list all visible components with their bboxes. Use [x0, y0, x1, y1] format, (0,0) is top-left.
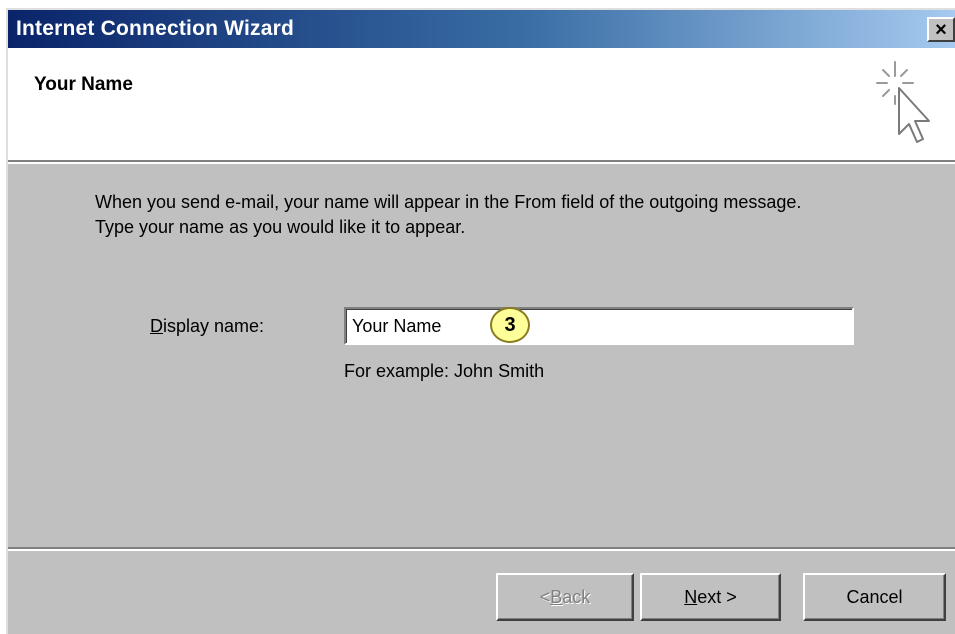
display-name-label-text: isplay name:: [163, 316, 265, 336]
step-callout-badge: 3: [490, 307, 530, 343]
example-hint: For example: John Smith: [344, 361, 545, 381]
footer-divider: [8, 547, 955, 551]
display-name-mnemonic: D: [150, 316, 163, 336]
description-line-1: When you send e-mail, your name will app…: [95, 192, 802, 212]
back-button[interactable]: < Back: [496, 573, 634, 621]
page-title: Your Name: [34, 74, 133, 95]
back-prefix: <: [539, 586, 551, 607]
wizard-cursor-sparkle-icon: [876, 61, 930, 143]
next-button[interactable]: Next >: [640, 573, 781, 621]
cancel-button[interactable]: Cancel: [803, 573, 946, 621]
next-label: ext >: [697, 586, 737, 607]
description-line-2: Type your name as you would like it to a…: [95, 217, 466, 237]
close-icon: ×: [935, 18, 947, 41]
back-label: ack: [562, 586, 591, 607]
display-name-label: Display name:: [150, 316, 264, 337]
display-name-input[interactable]: [344, 307, 854, 345]
close-button[interactable]: ×: [927, 17, 955, 42]
window-title: Internet Connection Wizard: [16, 17, 295, 40]
next-mnemonic: N: [684, 586, 698, 607]
wizard-header: Your Name: [8, 48, 955, 160]
description: When you send e-mail, your name will app…: [95, 190, 801, 240]
wizard-window: Internet Connection Wizard × Your Name W…: [6, 8, 955, 634]
title-bar[interactable]: Internet Connection Wizard ×: [8, 10, 955, 48]
header-divider: [8, 160, 955, 164]
back-mnemonic: B: [550, 586, 563, 607]
